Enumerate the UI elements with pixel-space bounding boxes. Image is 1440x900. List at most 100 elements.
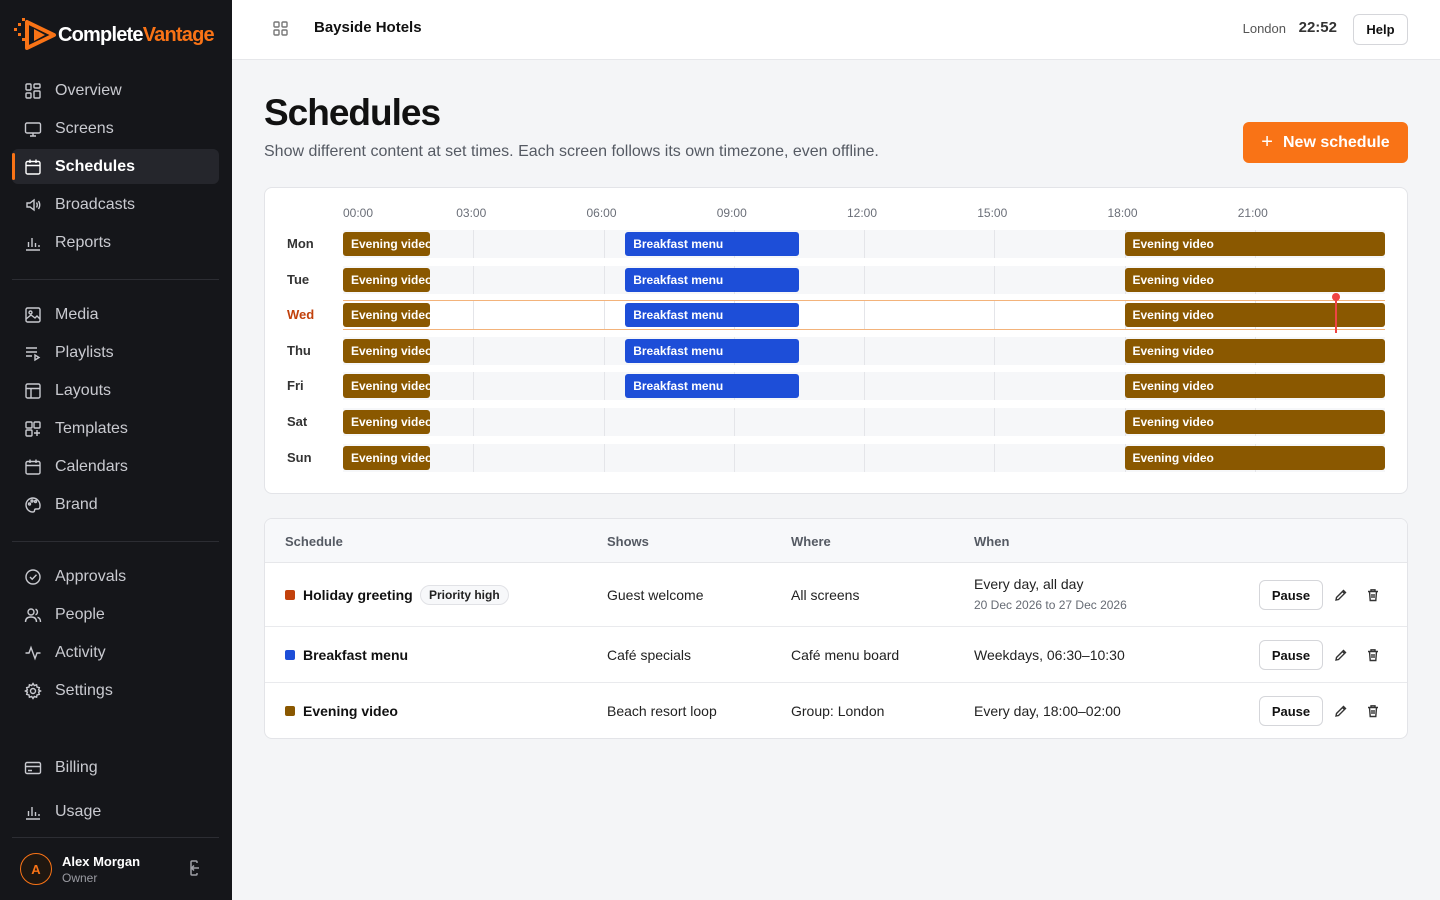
sidebar-item-label: Brand [55,495,98,513]
breakfast-menu-block[interactable]: Breakfast menu [625,232,799,256]
edit-icon[interactable] [1333,703,1349,719]
palette-icon [23,495,43,515]
priority-badge: Priority high [420,585,509,605]
column-where[interactable]: Where [791,534,831,549]
activity-icon [23,643,43,663]
evening-video-block[interactable]: Evening video [1124,232,1385,256]
sidebar-item-schedules[interactable]: Schedules [12,149,219,184]
weekly-timeline: 00:00 03:00 06:00 09:00 12:00 15:00 18:00 21:00… [264,187,1408,494]
user-profile[interactable]: A Alex Morgan Owner [12,838,219,900]
timeline-gridline [864,372,865,400]
evening-video-block[interactable]: Evening video [343,303,430,327]
timeline-gridline [994,408,996,436]
evening-video-block[interactable]: Evening video [1124,339,1385,363]
evening-video-block[interactable]: Evening video [1124,268,1385,292]
delete-icon[interactable] [1365,647,1381,663]
sidebar-item-calendars[interactable]: Calendars [12,449,219,484]
schedule-shows: Guest welcome [607,587,704,603]
schedule-name[interactable]: Holiday greeting [303,587,413,603]
sidebar-divider [12,837,219,838]
schedule-name[interactable]: Evening video [303,703,398,719]
sidebar-item-overview[interactable]: Overview [12,73,219,108]
sidebar-item-label: Media [55,305,99,323]
hour-tick-label: 03:00 [456,206,487,220]
sidebar-item-label: People [55,605,105,623]
breakfast-menu-block[interactable]: Breakfast menu [625,268,799,292]
evening-video-block[interactable]: Evening video [343,232,430,256]
sidebar-item-media[interactable]: Media [12,297,219,332]
evening-video-block[interactable]: Evening video [343,339,430,363]
evening-video-block[interactable]: Evening video [343,446,430,470]
timeline-gridline [603,337,605,365]
sidebar-divider [12,279,219,280]
column-schedule[interactable]: Schedule [285,534,343,549]
sidebar-item-usage[interactable]: Usage [12,794,219,829]
breakfast-menu-block[interactable]: Breakfast menu [625,339,799,363]
timeline-gridline [864,230,865,258]
timeline-gridline [994,444,996,472]
timeline-gridline [473,444,475,472]
pause-button[interactable]: Pause [1259,696,1323,726]
column-when[interactable]: When [974,534,1009,549]
table-row[interactable]: Breakfast menu Café specials Café menu boa… [265,627,1407,683]
sidebar-divider [12,541,219,542]
table-row[interactable]: Evening video Beach resort loop Group: Lon… [265,683,1407,738]
edit-icon[interactable] [1333,587,1349,603]
sidebar-item-screens[interactable]: Screens [12,111,219,146]
sidebar-item-approvals[interactable]: Approvals [12,559,219,594]
hour-tick-label: 09:00 [716,206,747,220]
play-logo-icon [14,18,58,52]
plus-icon: + [1261,131,1273,153]
breakfast-menu-block[interactable]: Breakfast menu [625,303,799,327]
column-shows[interactable]: Shows [607,534,649,549]
sidebar-item-billing[interactable]: Billing [12,750,219,785]
schedule-where: Café menu board [791,647,900,663]
evening-video-block[interactable]: Evening video [1124,374,1385,398]
sidebar-item-reports[interactable]: Reports [12,225,219,260]
new-schedule-button[interactable]: + New schedule [1243,122,1408,163]
sidebar-item-activity[interactable]: Activity [12,635,219,670]
schedule-name[interactable]: Breakfast menu [303,647,408,663]
evening-video-block[interactable]: Evening video [1124,410,1385,434]
delete-icon[interactable] [1365,587,1381,603]
logout-icon[interactable] [185,858,205,878]
sidebar-item-people[interactable]: People [12,597,219,632]
evening-video-block[interactable]: Evening video [343,410,430,434]
day-label: Thu [287,343,311,358]
pause-button[interactable]: Pause [1259,640,1323,670]
timeline-gridline [473,372,475,400]
sidebar-item-label: Broadcasts [55,195,136,213]
evening-video-block[interactable]: Evening video [343,374,430,398]
sidebar-item-layouts[interactable]: Layouts [12,373,219,408]
check-circle-icon [23,567,43,587]
sidebar-item-broadcasts[interactable]: Broadcasts [12,187,219,222]
organization-name[interactable]: Bayside Hotels [314,19,422,36]
hour-tick-label: 06:00 [586,206,617,220]
help-button[interactable]: Help [1353,14,1408,45]
breakfast-menu-block[interactable]: Breakfast menu [625,374,799,398]
timeline-gridline [473,337,475,365]
sidebar-item-templates[interactable]: Templates [12,411,219,446]
sidebar-item-playlists[interactable]: Playlists [12,335,219,370]
brand-logo[interactable]: CompleteVantage [14,18,215,52]
schedule-color-swatch [285,590,295,600]
template-icon [23,419,43,439]
evening-video-block[interactable]: Evening video [1124,446,1385,470]
sidebar-item-settings[interactable]: Settings [12,673,219,708]
timeline-gridline [733,444,735,472]
table-row[interactable]: Holiday greeting Priority high Guest welco… [265,563,1407,627]
day-label: Sat [287,414,308,429]
hour-tick-label: 00:00 [343,206,374,220]
pause-button[interactable]: Pause [1259,580,1323,610]
hour-tick-label: 21:00 [1237,206,1268,220]
delete-icon[interactable] [1365,703,1381,719]
calendar-icon [23,157,43,177]
evening-video-block[interactable]: Evening video [343,268,430,292]
workspace-switcher-icon[interactable] [272,20,290,38]
evening-video-block[interactable]: Evening video [1124,303,1385,327]
current-time-indicator [1334,297,1337,333]
sidebar-item-label: Usage [55,802,102,820]
sidebar-item-brand[interactable]: Brand [12,487,219,522]
edit-icon[interactable] [1333,647,1349,663]
speaker-icon [23,195,43,215]
